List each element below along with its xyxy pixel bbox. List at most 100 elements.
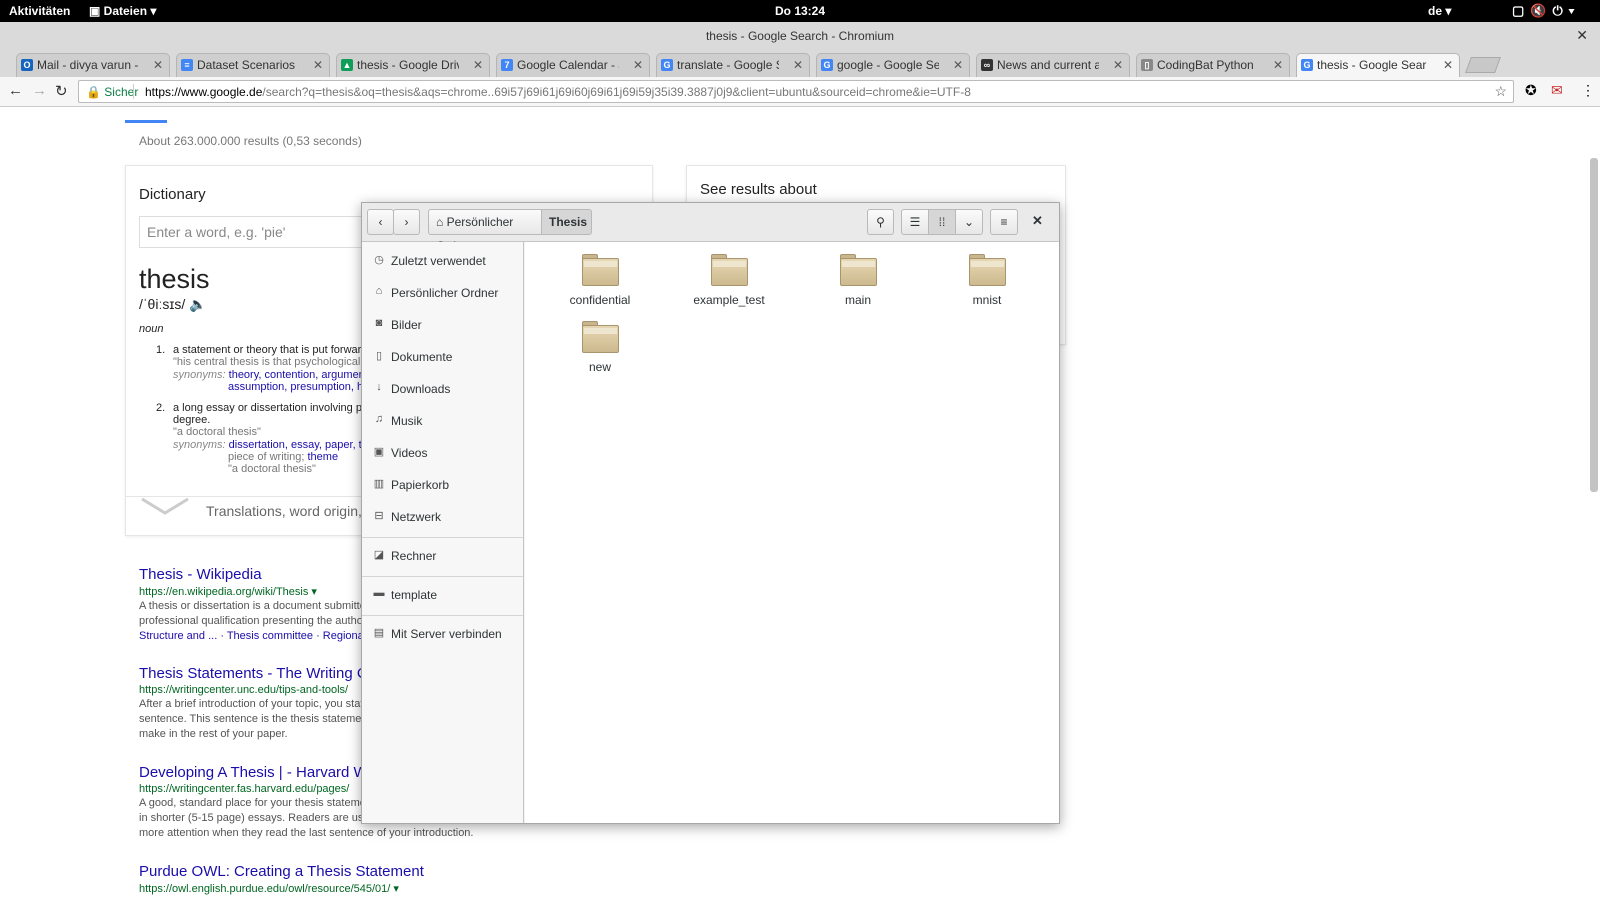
- menu-dots-icon[interactable]: ⋮: [1581, 82, 1595, 99]
- language-indicator[interactable]: de ▾: [1428, 4, 1451, 18]
- tab-thesis-search-active[interactable]: Gthesis - Google Sear ✕: [1296, 53, 1460, 77]
- new-tab-button[interactable]: [1465, 57, 1501, 73]
- definition-1: a statement or theory that is put forwar…: [173, 344, 368, 356]
- sidebar-item-music[interactable]: ♫ Musik: [362, 405, 523, 435]
- folder-item[interactable]: new: [545, 321, 655, 374]
- tab-google-search[interactable]: Ggoogle - Google Sea ✕: [816, 53, 970, 77]
- synonym-links[interactable]: assumption, presumption, h: [228, 381, 363, 393]
- tab-close-icon[interactable]: ✕: [313, 58, 323, 72]
- home-icon: ⌂: [375, 285, 383, 297]
- folder-item[interactable]: mnist: [932, 254, 1042, 307]
- synonym-link-theme[interactable]: theme: [308, 451, 339, 463]
- bookmark-star-icon[interactable]: ☆: [1494, 83, 1507, 100]
- tab-close-icon[interactable]: ✕: [473, 58, 483, 72]
- volume-icon: 🔇: [1530, 3, 1553, 18]
- speaker-icon[interactable]: 🔈: [189, 296, 206, 312]
- sidebar-item-videos[interactable]: ▣ Videos: [362, 437, 523, 467]
- result-snippet: sentence. This sentence is the thesis st…: [139, 713, 362, 725]
- folder-item[interactable]: confidential: [545, 254, 655, 307]
- window-icon: ▢: [1512, 3, 1531, 18]
- result-title-link[interactable]: Thesis - Wikipedia: [139, 566, 366, 583]
- tab-close-icon[interactable]: ✕: [153, 58, 163, 72]
- folder-item[interactable]: main: [803, 254, 913, 307]
- system-tray[interactable]: ▢🔇⏻▾: [1512, 3, 1580, 19]
- reload-icon[interactable]: ↻: [55, 82, 68, 100]
- clock-icon: ◷: [374, 254, 384, 266]
- secure-indicator[interactable]: 🔒 Sicher: [86, 85, 138, 99]
- breadcrumb-thesis[interactable]: Thesis: [541, 209, 592, 235]
- tab-label: News and current af: [997, 58, 1099, 72]
- file-grid: confidential example_test main mnist new: [525, 242, 1059, 823]
- sidebar-item-downloads[interactable]: ↓ Downloads: [362, 373, 523, 403]
- part-of-speech: noun: [139, 323, 164, 335]
- extension-icon[interactable]: ✪: [1525, 82, 1537, 99]
- dialog-close-icon[interactable]: ✕: [1032, 213, 1043, 229]
- back-button[interactable]: ‹: [367, 209, 394, 235]
- file-chooser-dialog: ‹ › ⌂ Persönlicher Ordner Thesis ⚲ ☰ ⁞⁞ …: [361, 202, 1060, 824]
- definition-2: a long essay or dissertation involving p…: [173, 402, 369, 414]
- forward-icon[interactable]: →: [32, 82, 47, 99]
- clock[interactable]: Do 13:24: [0, 4, 1600, 18]
- caret-down-icon[interactable]: ▾: [311, 586, 317, 598]
- extension-mail-icon[interactable]: ✉: [1551, 82, 1563, 99]
- sidebar-item-home[interactable]: ⌂ Persönlicher Ordner: [362, 277, 523, 307]
- page-scrollbar[interactable]: [1590, 158, 1598, 492]
- tab-google-calendar[interactable]: 7 Google Calendar - J ✕: [496, 53, 650, 77]
- tab-codingbat[interactable]: ▯ CodingBat Python ✕: [1136, 53, 1290, 77]
- forward-button[interactable]: ›: [393, 209, 420, 235]
- result-url[interactable]: https://en.wikipedia.org/wiki/Thesis ▾: [139, 585, 366, 598]
- sidebar-item-network[interactable]: ⊟ Netzwerk: [362, 501, 523, 531]
- tab-close-icon[interactable]: ✕: [1273, 58, 1283, 72]
- drive-icon: ▲: [341, 59, 353, 71]
- tab-close-icon[interactable]: ✕: [793, 58, 803, 72]
- tab-news[interactable]: ∞ News and current af ✕: [976, 53, 1130, 77]
- film-icon: ▣: [373, 446, 385, 458]
- all-tab-indicator: [125, 120, 167, 123]
- sidebar-divider: [362, 576, 523, 577]
- sidebar-item-computer[interactable]: ◪ Rechner: [362, 540, 523, 570]
- tab-google-drive[interactable]: ▲ thesis - Google Driv ✕: [336, 53, 490, 77]
- tab-mail[interactable]: O Mail - divya varun - ✕: [16, 53, 170, 77]
- list-view-button[interactable]: ☰: [901, 209, 929, 235]
- dictionary-word: thesis: [139, 264, 210, 294]
- back-icon[interactable]: ←: [8, 82, 23, 99]
- tab-close-icon[interactable]: ✕: [1443, 58, 1453, 72]
- sidebar-item-connect-server[interactable]: ▤ Mit Server verbinden: [362, 618, 523, 648]
- synonym-links[interactable]: theory, contention, argumen: [229, 369, 365, 381]
- tab-close-icon[interactable]: ✕: [633, 58, 643, 72]
- sidebar-item-label: Netzwerk: [391, 510, 442, 524]
- url-text[interactable]: https://www.google.de/search?q=thesis&oq…: [145, 85, 971, 99]
- result-url-text: https://en.wikipedia.org/wiki/Thesis: [139, 586, 309, 598]
- search-icon: ⚲: [876, 215, 885, 229]
- result-title-link[interactable]: Thesis Statements - The Writing C: [139, 665, 368, 682]
- tab-dataset-scenarios[interactable]: ≡ Dataset Scenarios - ✕: [176, 53, 330, 77]
- sidebar-item-trash[interactable]: ▥ Papierkorb: [362, 469, 523, 499]
- sidebar-item-recent[interactable]: ◷ Zuletzt verwendet: [362, 245, 523, 275]
- result-sitelinks[interactable]: Structure and ... · Thesis committee · R…: [139, 630, 366, 642]
- tab-close-icon[interactable]: ✕: [953, 58, 963, 72]
- sidebar-item-template[interactable]: ▬ template: [362, 579, 523, 609]
- grid-view-button[interactable]: ⁞⁞: [928, 209, 956, 235]
- result-title-link[interactable]: Purdue OWL: Creating a Thesis Statement: [139, 863, 424, 880]
- sidebar-item-label: Musik: [391, 414, 423, 428]
- menu-button[interactable]: ≡: [990, 209, 1018, 235]
- tab-close-icon[interactable]: ✕: [1113, 58, 1123, 72]
- caret-down-icon[interactable]: ▾: [393, 883, 399, 895]
- hamburger-menu-icon: ≡: [1000, 215, 1008, 229]
- definition-1-example: "his central thesis is that psychologica…: [173, 356, 361, 368]
- sidebar-item-documents[interactable]: ▯ Dokumente: [362, 341, 523, 371]
- breadcrumb-home[interactable]: ⌂ Persönlicher Ordner: [428, 209, 542, 253]
- tab-translate[interactable]: Gtranslate - Google S ✕: [656, 53, 810, 77]
- tab-label: CodingBat Python: [1157, 58, 1254, 72]
- activities-button[interactable]: Aktivitäten: [9, 4, 70, 18]
- view-options-button[interactable]: ⌄: [955, 209, 983, 235]
- search-button[interactable]: ⚲: [867, 209, 894, 235]
- sidebar-item-pictures[interactable]: ◙ Bilder: [362, 309, 523, 339]
- result-url[interactable]: https://writingcenter.unc.edu/tips-and-t…: [139, 684, 368, 696]
- address-bar[interactable]: 🔒 Sicher https://www.google.de/search?q=…: [78, 80, 1514, 103]
- folder-item[interactable]: example_test: [674, 254, 784, 307]
- window-close-icon[interactable]: ✕: [1576, 27, 1588, 44]
- synonym-links[interactable]: dissertation, essay, paper, t: [229, 439, 362, 451]
- app-menu[interactable]: ▣ Dateien ▾: [89, 4, 156, 18]
- result-url[interactable]: https://owl.english.purdue.edu/owl/resou…: [139, 882, 424, 895]
